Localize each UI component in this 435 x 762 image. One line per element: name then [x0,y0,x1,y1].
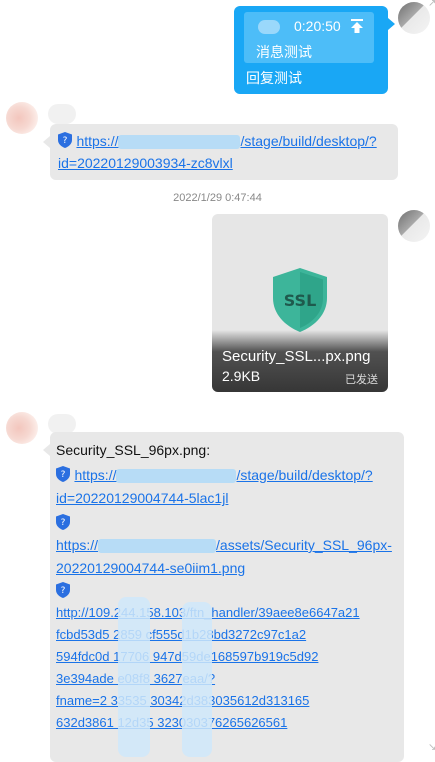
link2-head[interactable]: https:// [56,537,98,553]
self-avatar[interactable] [398,2,430,34]
link1-line2[interactable]: id=20220129004744-5lac1jl [56,487,228,509]
link2-tail[interactable]: /assets/Security_SSL_96px- [216,537,392,553]
shield-link-icon: ? [58,132,72,148]
link-url-line2[interactable]: id=20220129003934-zc8vlxl [58,152,233,174]
link-message-bubble[interactable]: ? https:// /stage/build/desktop/? id=2022… [50,124,398,180]
message-timestamp: 2022/1/29 0:47:44 [173,192,262,204]
peer-avatar[interactable] [6,412,38,444]
corner-arrow-icon: ↘ [428,742,435,753]
ssl-shield-thumbnail: SSL [273,268,327,337]
quoted-time: 0:20:50 [294,18,341,34]
message-title: Security_SSL_96px.png: [56,442,211,458]
peer-name-blur [48,414,76,434]
file-size: 2.9KB [222,368,261,384]
quoted-avatar-blur [258,20,280,34]
links-message-bubble[interactable]: Security_SSL_96px.png: ? https:// /stage/… [50,432,404,762]
bubble-tail [388,18,395,30]
link2-line2[interactable]: 20220129004744-se0iim1.png [56,557,245,579]
privacy-blur [182,602,212,757]
bubble-tail [43,444,50,456]
send-status: 已发送 [345,374,378,386]
quoted-message[interactable]: 0:20:50 消息测试 [244,12,374,63]
pin-top-icon[interactable] [350,18,364,39]
blurred-host [116,468,237,483]
link1-head[interactable]: https:// [74,467,116,483]
shield-link-icon: ? [56,466,70,482]
peer-name-blur [48,104,76,124]
ssl-thumb-text: SSL [284,291,317,310]
link-url-head[interactable]: https:// [76,133,118,149]
svg-text:?: ? [63,136,68,146]
self-avatar[interactable] [398,210,430,242]
reply-text: 回复测试 [246,70,302,86]
bubble-tail [43,136,50,148]
svg-text:?: ? [61,470,66,480]
svg-text:?: ? [61,518,66,528]
file-name: Security_SSL...px.png [222,348,371,365]
link1-tail[interactable]: /stage/build/desktop/? [236,467,372,483]
shield-link-icon: ? [56,582,70,598]
svg-text:?: ? [61,586,66,596]
reply-message-bubble[interactable]: 0:20:50 消息测试 回复测试 [234,6,388,94]
blurred-host [98,538,217,553]
shield-link-icon: ? [56,514,70,530]
blurred-host [118,134,241,149]
privacy-blur [118,597,150,757]
link-url-tail[interactable]: /stage/build/desktop/? [240,133,376,149]
file-message-card[interactable]: SSL Security_SSL...px.png 2.9KB 已发送 [212,214,388,392]
quoted-text: 消息测试 [256,44,312,60]
corner-arrow-icon: ↗ [428,0,435,9]
peer-avatar[interactable] [6,102,38,134]
